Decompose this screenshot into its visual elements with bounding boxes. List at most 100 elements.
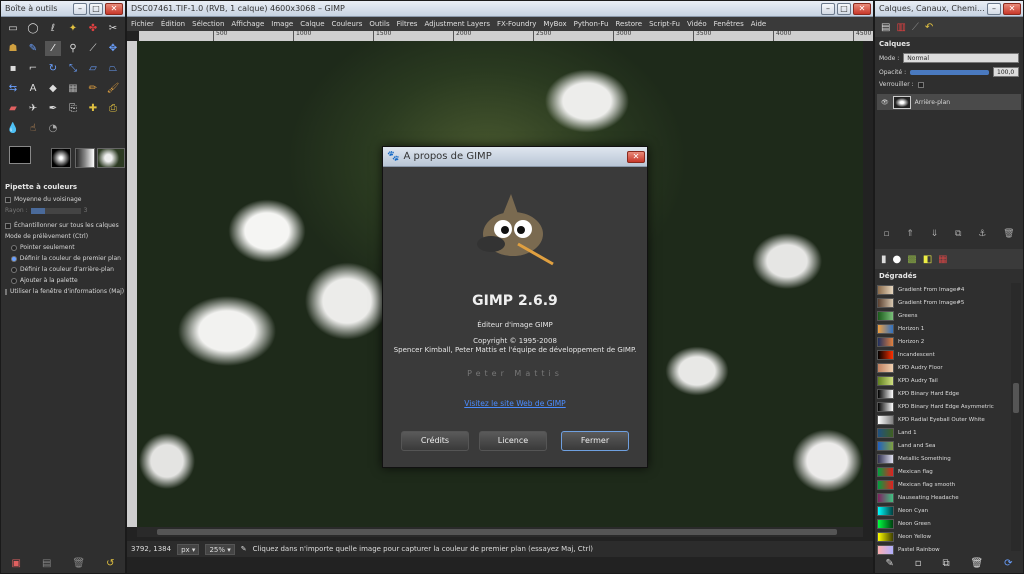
lower-layer-icon[interactable]: ⇓ (931, 229, 939, 239)
mode-option-add-palette[interactable]: Ajouter à la palette (1, 275, 125, 286)
tab-channels-icon[interactable]: ▥ (896, 22, 905, 33)
flip-icon[interactable]: ⇆ (5, 81, 21, 96)
close-button[interactable]: ✕ (627, 150, 645, 163)
gradient-item[interactable]: KPD Audry Floor (877, 361, 1009, 374)
use-info-window-option[interactable]: Utiliser la fenêtre d'informations (Maj) (1, 286, 125, 297)
mode-select[interactable]: Normal (903, 53, 1019, 63)
gimp-website-link[interactable]: Visitez le site Web de GIMP (464, 399, 565, 408)
gradient-item[interactable]: KPD Binary Hard Edge (877, 387, 1009, 400)
refresh-gradients-icon[interactable]: ⟳ (1004, 558, 1012, 569)
move-icon[interactable]: ✥ (105, 41, 121, 56)
free-select-icon[interactable]: ℓ (45, 21, 61, 36)
smudge-icon[interactable]: ☝ (25, 121, 41, 136)
about-titlebar[interactable]: 🐾 À propos de GIMP ✕ (383, 147, 647, 167)
mode-option-set-background[interactable]: Définir la couleur d'arrière-plan (1, 264, 125, 275)
scrollbar-thumb[interactable] (157, 529, 837, 535)
zoom-icon[interactable]: ⚲ (65, 41, 81, 56)
mode-option-pick-only[interactable]: Pointer seulement (1, 242, 125, 253)
rotate-icon[interactable]: ↻ (45, 61, 61, 76)
tab-palettes-icon[interactable]: ▦ (938, 254, 947, 265)
radio[interactable] (11, 255, 17, 262)
scissors-icon[interactable]: ✂ (105, 21, 121, 36)
menu-image[interactable]: Image (271, 20, 293, 28)
menu-edit[interactable]: Édition (161, 20, 185, 28)
tab-patterns-icon[interactable]: ▩ (907, 254, 916, 265)
gradient-item[interactable]: Land 1 (877, 426, 1009, 439)
foreground-select-icon[interactable]: ☗ (5, 41, 21, 56)
eye-icon[interactable]: 👁 (881, 99, 889, 106)
menu-mybox[interactable]: MyBox (543, 20, 566, 28)
pencil-icon[interactable]: ✏ (85, 81, 101, 96)
raise-layer-icon[interactable]: ⇑ (906, 229, 914, 239)
foreground-color[interactable] (9, 146, 31, 164)
gradient-item[interactable]: Mexican flag (877, 465, 1009, 478)
gradient-item[interactable]: Pastel Rainbow (877, 543, 1009, 556)
radio[interactable] (11, 244, 17, 251)
gradient-item[interactable]: Neon Green (877, 517, 1009, 530)
radio[interactable] (11, 277, 17, 284)
minimize-button[interactable]: – (821, 2, 835, 15)
layer-row[interactable]: 👁 Arrière-plan (877, 94, 1021, 110)
minimize-button[interactable]: – (987, 2, 1001, 15)
dodge-burn-icon[interactable]: ◔ (45, 121, 61, 136)
rect-select-icon[interactable]: ▭ (5, 21, 21, 36)
delete-options-icon[interactable]: 🗑 (72, 558, 85, 569)
gradient-item[interactable]: Nauseating Headache (877, 491, 1009, 504)
clone-icon[interactable]: ⎘ (65, 101, 81, 116)
menu-layer[interactable]: Calque (300, 20, 324, 28)
minimize-button[interactable]: – (73, 2, 87, 15)
gradient-item[interactable]: Gradient From Image#5 (877, 296, 1009, 309)
gradient-item[interactable]: Neon Yellow (877, 530, 1009, 543)
layers-titlebar[interactable]: Calques, Canaux, Chemi... – ✕ (875, 1, 1023, 17)
gradient-item[interactable]: KPD Radial Eyeball Outer White (877, 413, 1009, 426)
gradient-item[interactable]: KPD Audry Tail (877, 374, 1009, 387)
gradient-scrollbar[interactable] (1011, 283, 1021, 551)
gradient-item[interactable]: KPD Binary Hard Edge Asymmetric (877, 400, 1009, 413)
duplicate-layer-icon[interactable]: ⧉ (955, 229, 961, 239)
gradient-item[interactable]: Horizon 2 (877, 335, 1009, 348)
tab-brushes-icon[interactable]: ● (893, 254, 902, 265)
menu-file[interactable]: Fichier (131, 20, 154, 28)
menu-tools[interactable]: Outils (369, 20, 389, 28)
gradient-item[interactable]: Horizon 1 (877, 322, 1009, 335)
gradient-preview[interactable] (75, 148, 95, 168)
perspective-icon[interactable]: ⏢ (105, 61, 121, 76)
anchor-layer-icon[interactable]: ⚓ (978, 229, 986, 239)
menu-script-fu[interactable]: Script-Fu (649, 20, 680, 28)
menu-windows[interactable]: Fenêtres (714, 20, 744, 28)
blur-icon[interactable]: 💧 (5, 121, 21, 136)
opacity-slider[interactable] (910, 69, 989, 75)
menu-view[interactable]: Affichage (231, 20, 264, 28)
layer-name[interactable]: Arrière-plan (915, 99, 950, 106)
eraser-icon[interactable]: ▰ (5, 101, 21, 116)
new-gradient-icon[interactable]: ▫ (915, 558, 922, 569)
menu-restore[interactable]: Restore (616, 20, 643, 28)
radio[interactable] (11, 266, 17, 273)
checkbox[interactable] (5, 196, 11, 203)
licence-button[interactable]: Licence (479, 431, 547, 451)
gradient-item[interactable]: Incandescent (877, 348, 1009, 361)
tab-fonts-icon[interactable]: ◧ (923, 254, 932, 265)
reset-options-icon[interactable]: ↺ (106, 558, 114, 569)
delete-gradient-icon[interactable]: 🗑 (970, 558, 983, 569)
ellipse-select-icon[interactable]: ◯ (25, 21, 41, 36)
menu-select[interactable]: Sélection (192, 20, 224, 28)
bucket-fill-icon[interactable]: ◆ (45, 81, 61, 96)
perspective-clone-icon[interactable]: ⎙ (105, 101, 121, 116)
zoom-select[interactable]: 25% ▾ (205, 543, 235, 555)
tab-layers-icon[interactable]: ▤ (881, 22, 890, 33)
tab-paths-icon[interactable]: ⟋ (912, 22, 919, 33)
airbrush-icon[interactable]: ✈ (25, 101, 41, 116)
horizontal-ruler[interactable]: 500 1000 1500 2000 2500 3000 3500 4000 4… (139, 31, 873, 41)
tab-gradients-icon[interactable]: ▮ (881, 254, 887, 265)
gradient-item[interactable]: Greens (877, 309, 1009, 322)
checkbox[interactable] (5, 222, 11, 229)
menu-adjustment-layers[interactable]: Adjustment Layers (424, 20, 490, 28)
new-layer-icon[interactable]: ▫ (883, 229, 889, 239)
menu-filters[interactable]: Filtres (397, 20, 418, 28)
gradient-item[interactable]: Neon Cyan (877, 504, 1009, 517)
maximize-button[interactable]: □ (837, 2, 851, 15)
edit-gradient-icon[interactable]: ✎ (885, 558, 893, 569)
lock-alpha-checkbox[interactable] (917, 81, 924, 88)
close-button[interactable]: ✕ (1003, 2, 1021, 15)
